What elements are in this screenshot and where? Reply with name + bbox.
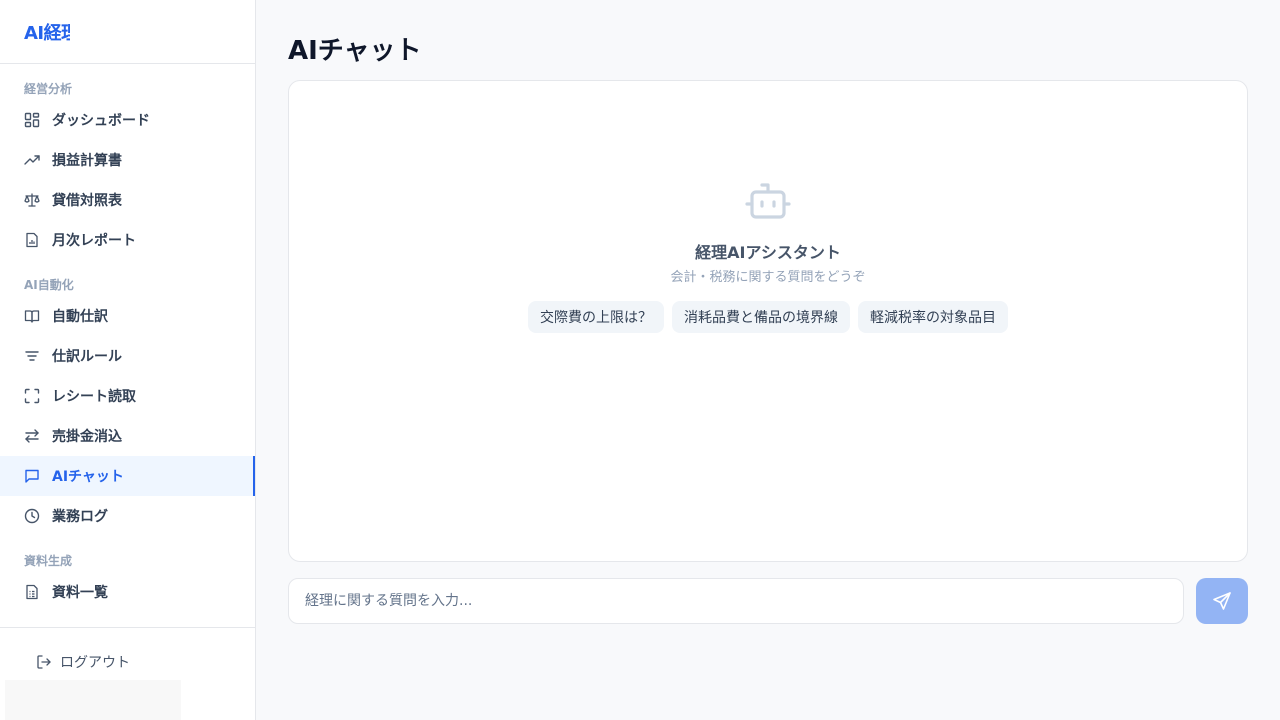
sidebar-item-label: 自動仕訳 <box>52 309 108 325</box>
footer-placeholder <box>5 680 181 720</box>
filter-icon <box>24 348 40 364</box>
robot-icon <box>745 181 791 221</box>
sidebar-item-label: 業務ログ <box>52 509 108 525</box>
logout-icon <box>36 654 52 670</box>
assistant-subtitle: 会計・税務に関する質問をどうぞ <box>670 270 866 285</box>
sidebar-item-income-statement[interactable]: 損益計算書 <box>0 140 255 180</box>
sidebar-item-label: 月次レポート <box>52 233 136 249</box>
dashboard-icon <box>24 112 40 128</box>
sidebar-item-label: 損益計算書 <box>52 153 122 169</box>
scan-icon <box>24 388 40 404</box>
sidebar-item-receipt-scan[interactable]: レシート読取 <box>0 376 255 416</box>
sidebar-item-label: AIチャット <box>52 469 124 485</box>
logout-button[interactable]: ログアウト <box>0 638 255 686</box>
page-title: AIチャット <box>288 36 422 66</box>
sidebar-item-work-log[interactable]: 業務ログ <box>0 496 255 536</box>
sidebar-item-label: 貸借対照表 <box>52 193 122 209</box>
sidebar-item-label: 売掛金消込 <box>52 429 122 445</box>
scale-icon <box>24 192 40 208</box>
chat-input-row <box>288 578 1248 624</box>
sidebar-item-monthly-report[interactable]: 月次レポート <box>0 220 255 260</box>
sidebar-item-label: ダッシュボード <box>52 113 150 129</box>
sidebar-item-label: レシート読取 <box>52 389 136 405</box>
sidebar-footer: ログアウト <box>0 627 255 686</box>
chat-panel: 経理AIアシスタント 会計・税務に関する質問をどうぞ 交際費の上限は？ 消耗品費… <box>288 80 1248 562</box>
sidebar-item-dashboard[interactable]: ダッシュボード <box>0 100 255 140</box>
logo-area: AI経理 <box>0 0 255 64</box>
suggestion-chips: 交際費の上限は？ 消耗品費と備品の境界線 軽減税率の対象品目 <box>289 301 1247 333</box>
sidebar-item-auto-journal[interactable]: 自動仕訳 <box>0 296 255 336</box>
sidebar-item-ai-chat[interactable]: AIチャット <box>0 456 255 496</box>
suggestion-chip[interactable]: 軽減税率の対象品目 <box>858 301 1008 333</box>
swap-icon <box>24 428 40 444</box>
sidebar-item-journal-rules[interactable]: 仕訳ルール <box>0 336 255 376</box>
chat-icon <box>24 468 40 484</box>
book-icon <box>24 308 40 324</box>
assistant-title: 経理AIアシスタント <box>695 243 841 262</box>
clock-icon <box>24 508 40 524</box>
sidebar-item-label: 資料一覧 <box>52 585 108 601</box>
main-content: AIチャット 経理AIアシスタント 会計・税務に関する質問をどうぞ 交際費の上限… <box>256 0 1280 720</box>
sidebar-item-receivables[interactable]: 売掛金消込 <box>0 416 255 456</box>
app-logo[interactable]: AI経理 <box>24 19 70 45</box>
sidebar: AI経理 経営分析 ダッシュボード 損益計算書 貸借対照表 月次レポート AI自… <box>0 0 256 720</box>
suggestion-chip[interactable]: 交際費の上限は？ <box>528 301 664 333</box>
send-button[interactable] <box>1196 578 1248 624</box>
sidebar-item-label: 仕訳ルール <box>52 349 122 365</box>
sidebar-item-document-list[interactable]: 資料一覧 <box>0 572 255 612</box>
suggestion-chip[interactable]: 消耗品費と備品の境界線 <box>672 301 850 333</box>
report-icon <box>24 232 40 248</box>
section-label-automation: AI自動化 <box>24 278 74 292</box>
sidebar-item-balance-sheet[interactable]: 貸借対照表 <box>0 180 255 220</box>
chat-input[interactable] <box>288 578 1184 624</box>
send-icon <box>1212 591 1232 611</box>
logout-label: ログアウト <box>60 655 130 671</box>
section-label-documents: 資料生成 <box>24 554 73 568</box>
section-label-analysis: 経営分析 <box>24 82 73 96</box>
document-list-icon <box>24 584 40 600</box>
trending-up-icon <box>24 152 40 168</box>
